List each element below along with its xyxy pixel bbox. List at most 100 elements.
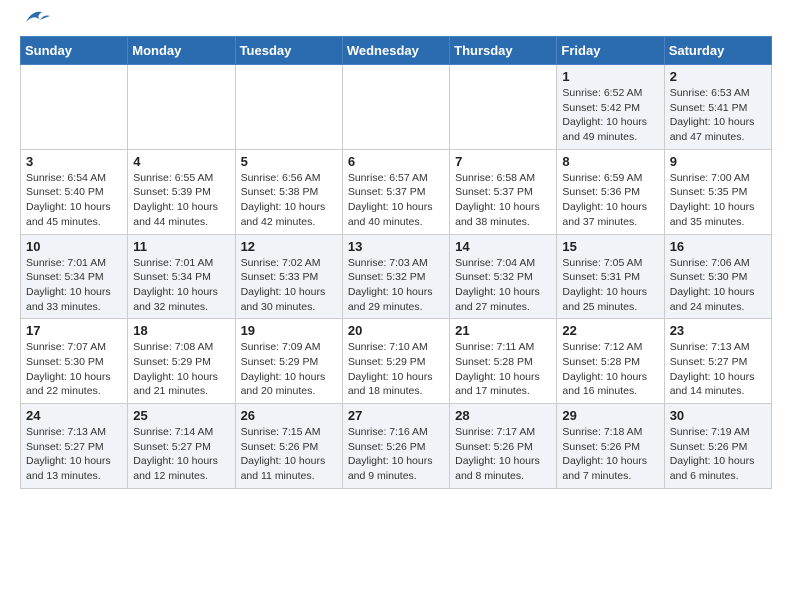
- day-info: Sunrise: 7:05 AM Sunset: 5:31 PM Dayligh…: [562, 256, 658, 315]
- day-info: Sunrise: 7:18 AM Sunset: 5:26 PM Dayligh…: [562, 425, 658, 484]
- day-number: 17: [26, 323, 122, 338]
- calendar-cell: 4Sunrise: 6:55 AM Sunset: 5:39 PM Daylig…: [128, 149, 235, 234]
- day-number: 16: [670, 239, 766, 254]
- day-info: Sunrise: 6:56 AM Sunset: 5:38 PM Dayligh…: [241, 171, 337, 230]
- calendar-cell: [450, 65, 557, 150]
- day-info: Sunrise: 6:54 AM Sunset: 5:40 PM Dayligh…: [26, 171, 122, 230]
- week-row-4: 17 Sunrise: 7:07 AM Sunset: 5:30 PM Dayli…: [21, 319, 772, 404]
- logo-bird-icon: [22, 8, 50, 26]
- day-info: Sunrise: 7:13 AM Sunset: 5:27 PM Dayligh…: [26, 425, 122, 484]
- day-info: Sunrise: 7:07 AM Sunset: 5:30 PM Dayligh…: [26, 340, 122, 399]
- day-info: Sunrise: 7:08 AM Sunset: 5:29 PM Dayligh…: [133, 340, 229, 399]
- calendar-cell: 9 Sunrise: 7:00 AM Sunset: 5:35 PM Daylig…: [664, 149, 771, 234]
- calendar-cell: 6 Sunrise: 6:57 AM Sunset: 5:37 PM Daylig…: [342, 149, 449, 234]
- day-info: Sunrise: 7:10 AM Sunset: 5:29 PM Dayligh…: [348, 340, 444, 399]
- day-number: 21: [455, 323, 551, 338]
- day-number: 14: [455, 239, 551, 254]
- day-number: 18: [133, 323, 229, 338]
- day-number: 9: [670, 154, 766, 169]
- weekday-header-monday: Monday: [128, 37, 235, 65]
- calendar-header-row: SundayMondayTuesdayWednesdayThursdayFrid…: [21, 37, 772, 65]
- day-info: Sunrise: 7:16 AM Sunset: 5:26 PM Dayligh…: [348, 425, 444, 484]
- calendar-cell: 16 Sunrise: 7:06 AM Sunset: 5:30 PM Dayli…: [664, 234, 771, 319]
- calendar-cell: 23Sunrise: 7:13 AM Sunset: 5:27 PM Dayli…: [664, 319, 771, 404]
- day-number: 8: [562, 154, 658, 169]
- day-number: 10: [26, 239, 122, 254]
- calendar-cell: 24 Sunrise: 7:13 AM Sunset: 5:27 PM Dayli…: [21, 404, 128, 489]
- day-number: 11: [133, 239, 229, 254]
- day-info: Sunrise: 7:09 AM Sunset: 5:29 PM Dayligh…: [241, 340, 337, 399]
- day-info: Sunrise: 7:01 AM Sunset: 5:34 PM Dayligh…: [26, 256, 122, 315]
- calendar-cell: 11 Sunrise: 7:01 AM Sunset: 5:34 PM Dayli…: [128, 234, 235, 319]
- day-number: 5: [241, 154, 337, 169]
- day-number: 24: [26, 408, 122, 423]
- day-info: Sunrise: 7:17 AM Sunset: 5:26 PM Dayligh…: [455, 425, 551, 484]
- weekday-header-sunday: Sunday: [21, 37, 128, 65]
- calendar-cell: 20 Sunrise: 7:10 AM Sunset: 5:29 PM Dayli…: [342, 319, 449, 404]
- day-info: Sunrise: 7:02 AM Sunset: 5:33 PM Dayligh…: [241, 256, 337, 315]
- day-info: Sunrise: 7:11 AM Sunset: 5:28 PM Dayligh…: [455, 340, 551, 399]
- day-number: 13: [348, 239, 444, 254]
- day-info: Sunrise: 7:13 AM Sunset: 5:27 PM Dayligh…: [670, 340, 766, 399]
- day-number: 3: [26, 154, 122, 169]
- day-number: 4: [133, 154, 229, 169]
- calendar-cell: 29 Sunrise: 7:18 AM Sunset: 5:26 PM Dayli…: [557, 404, 664, 489]
- week-row-5: 24 Sunrise: 7:13 AM Sunset: 5:27 PM Dayli…: [21, 404, 772, 489]
- day-number: 30: [670, 408, 766, 423]
- calendar-cell: [21, 65, 128, 150]
- week-row-3: 10 Sunrise: 7:01 AM Sunset: 5:34 PM Dayli…: [21, 234, 772, 319]
- calendar-cell: 26Sunrise: 7:15 AM Sunset: 5:26 PM Dayli…: [235, 404, 342, 489]
- calendar-cell: 2 Sunrise: 6:53 AM Sunset: 5:41 PM Daylig…: [664, 65, 771, 150]
- day-number: 1: [562, 69, 658, 84]
- day-info: Sunrise: 7:00 AM Sunset: 5:35 PM Dayligh…: [670, 171, 766, 230]
- calendar-cell: [235, 65, 342, 150]
- calendar-cell: 10 Sunrise: 7:01 AM Sunset: 5:34 PM Dayli…: [21, 234, 128, 319]
- calendar-cell: 7 Sunrise: 6:58 AM Sunset: 5:37 PM Daylig…: [450, 149, 557, 234]
- week-row-2: 3 Sunrise: 6:54 AM Sunset: 5:40 PM Daylig…: [21, 149, 772, 234]
- calendar-cell: 21 Sunrise: 7:11 AM Sunset: 5:28 PM Dayli…: [450, 319, 557, 404]
- day-number: 20: [348, 323, 444, 338]
- day-info: Sunrise: 6:53 AM Sunset: 5:41 PM Dayligh…: [670, 86, 766, 145]
- day-number: 22: [562, 323, 658, 338]
- day-info: Sunrise: 6:57 AM Sunset: 5:37 PM Dayligh…: [348, 171, 444, 230]
- calendar-cell: 22 Sunrise: 7:12 AM Sunset: 5:28 PM Dayli…: [557, 319, 664, 404]
- day-info: Sunrise: 7:19 AM Sunset: 5:26 PM Dayligh…: [670, 425, 766, 484]
- calendar-cell: 14Sunrise: 7:04 AM Sunset: 5:32 PM Dayli…: [450, 234, 557, 319]
- day-info: Sunrise: 7:14 AM Sunset: 5:27 PM Dayligh…: [133, 425, 229, 484]
- calendar-cell: 12 Sunrise: 7:02 AM Sunset: 5:33 PM Dayli…: [235, 234, 342, 319]
- day-info: Sunrise: 7:03 AM Sunset: 5:32 PM Dayligh…: [348, 256, 444, 315]
- day-info: Sunrise: 7:12 AM Sunset: 5:28 PM Dayligh…: [562, 340, 658, 399]
- calendar-cell: 25 Sunrise: 7:14 AM Sunset: 5:27 PM Dayli…: [128, 404, 235, 489]
- calendar-cell: 15 Sunrise: 7:05 AM Sunset: 5:31 PM Dayli…: [557, 234, 664, 319]
- day-number: 2: [670, 69, 766, 84]
- day-number: 15: [562, 239, 658, 254]
- calendar-cell: 18 Sunrise: 7:08 AM Sunset: 5:29 PM Dayli…: [128, 319, 235, 404]
- calendar-cell: 17 Sunrise: 7:07 AM Sunset: 5:30 PM Dayli…: [21, 319, 128, 404]
- day-number: 28: [455, 408, 551, 423]
- weekday-header-thursday: Thursday: [450, 37, 557, 65]
- day-number: 6: [348, 154, 444, 169]
- day-number: 7: [455, 154, 551, 169]
- day-info: Sunrise: 7:06 AM Sunset: 5:30 PM Dayligh…: [670, 256, 766, 315]
- calendar-cell: 30 Sunrise: 7:19 AM Sunset: 5:26 PM Dayli…: [664, 404, 771, 489]
- weekday-header-tuesday: Tuesday: [235, 37, 342, 65]
- day-number: 12: [241, 239, 337, 254]
- day-number: 29: [562, 408, 658, 423]
- week-row-1: 1Sunrise: 6:52 AM Sunset: 5:42 PM Daylig…: [21, 65, 772, 150]
- day-info: Sunrise: 6:58 AM Sunset: 5:37 PM Dayligh…: [455, 171, 551, 230]
- calendar-cell: 13 Sunrise: 7:03 AM Sunset: 5:32 PM Dayli…: [342, 234, 449, 319]
- calendar-cell: [342, 65, 449, 150]
- header: [20, 16, 772, 26]
- weekday-header-saturday: Saturday: [664, 37, 771, 65]
- day-info: Sunrise: 7:01 AM Sunset: 5:34 PM Dayligh…: [133, 256, 229, 315]
- day-info: Sunrise: 6:59 AM Sunset: 5:36 PM Dayligh…: [562, 171, 658, 230]
- day-number: 26: [241, 408, 337, 423]
- calendar-cell: 3 Sunrise: 6:54 AM Sunset: 5:40 PM Daylig…: [21, 149, 128, 234]
- day-number: 27: [348, 408, 444, 423]
- calendar-cell: 28 Sunrise: 7:17 AM Sunset: 5:26 PM Dayli…: [450, 404, 557, 489]
- day-number: 25: [133, 408, 229, 423]
- calendar-cell: 19Sunrise: 7:09 AM Sunset: 5:29 PM Dayli…: [235, 319, 342, 404]
- page: SundayMondayTuesdayWednesdayThursdayFrid…: [0, 0, 792, 505]
- weekday-header-friday: Friday: [557, 37, 664, 65]
- calendar-cell: 5 Sunrise: 6:56 AM Sunset: 5:38 PM Daylig…: [235, 149, 342, 234]
